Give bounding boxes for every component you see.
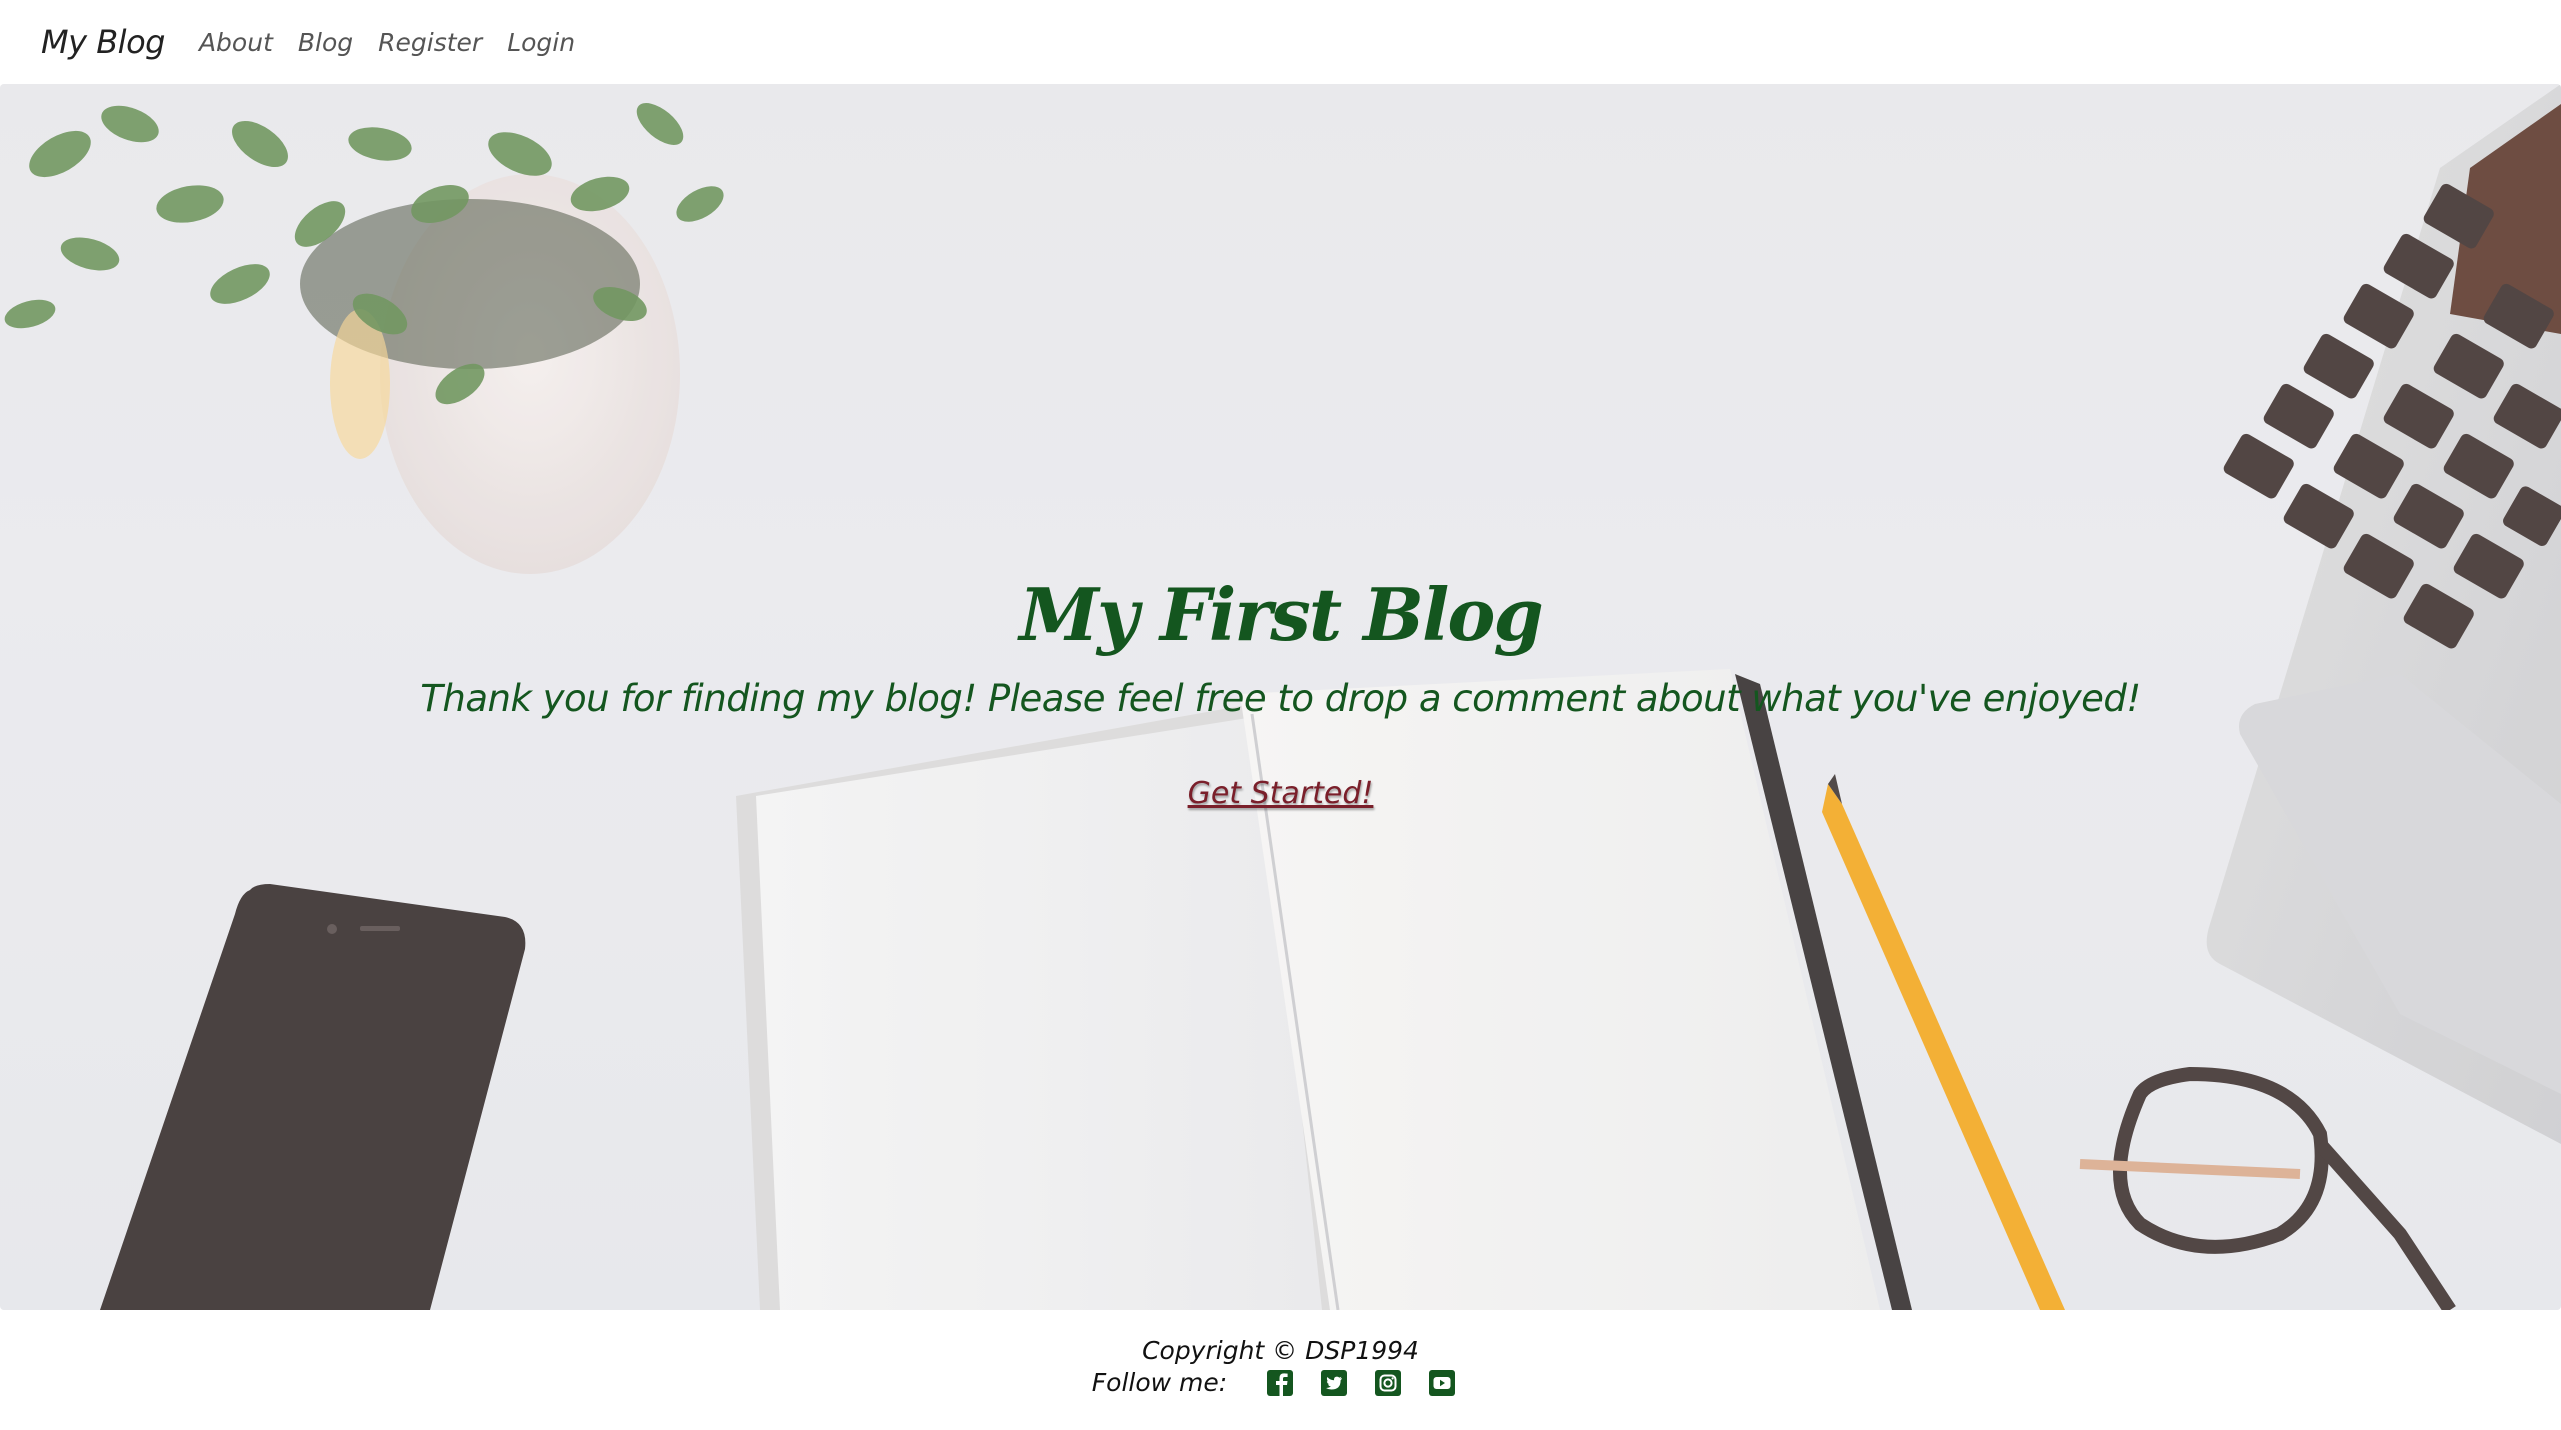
follow-row: Follow me:	[0, 1368, 2561, 1397]
nav-links: About Blog Register Login	[199, 28, 600, 57]
follow-label: Follow me:	[1091, 1368, 1228, 1397]
get-started-link[interactable]: Get Started!	[1188, 776, 1374, 811]
youtube-icon[interactable]	[1428, 1369, 1456, 1397]
copyright-text: Copyright © DSP1994	[1142, 1336, 1419, 1365]
nav-link-login[interactable]: Login	[507, 28, 575, 57]
facebook-icon[interactable]	[1266, 1369, 1294, 1397]
footer: Copyright © DSP1994 Follow me:	[0, 1310, 2561, 1430]
get-started-container: Get Started!	[0, 776, 2561, 811]
hero-title: My First Blog	[1019, 572, 1543, 657]
hero-subtitle: Thank you for finding my blog! Please fe…	[420, 677, 2141, 720]
twitter-icon[interactable]	[1320, 1369, 1348, 1397]
hero-section: My First Blog Thank you for finding my b…	[0, 84, 2561, 1310]
instagram-icon[interactable]	[1374, 1369, 1402, 1397]
hero-content: My First Blog Thank you for finding my b…	[0, 84, 2561, 1310]
nav-link-register[interactable]: Register	[378, 28, 482, 57]
nav-link-about[interactable]: About	[199, 28, 273, 57]
brand-link[interactable]: My Blog	[41, 23, 165, 61]
navbar: My Blog About Blog Register Login	[0, 0, 2561, 84]
nav-link-blog[interactable]: Blog	[298, 28, 353, 57]
